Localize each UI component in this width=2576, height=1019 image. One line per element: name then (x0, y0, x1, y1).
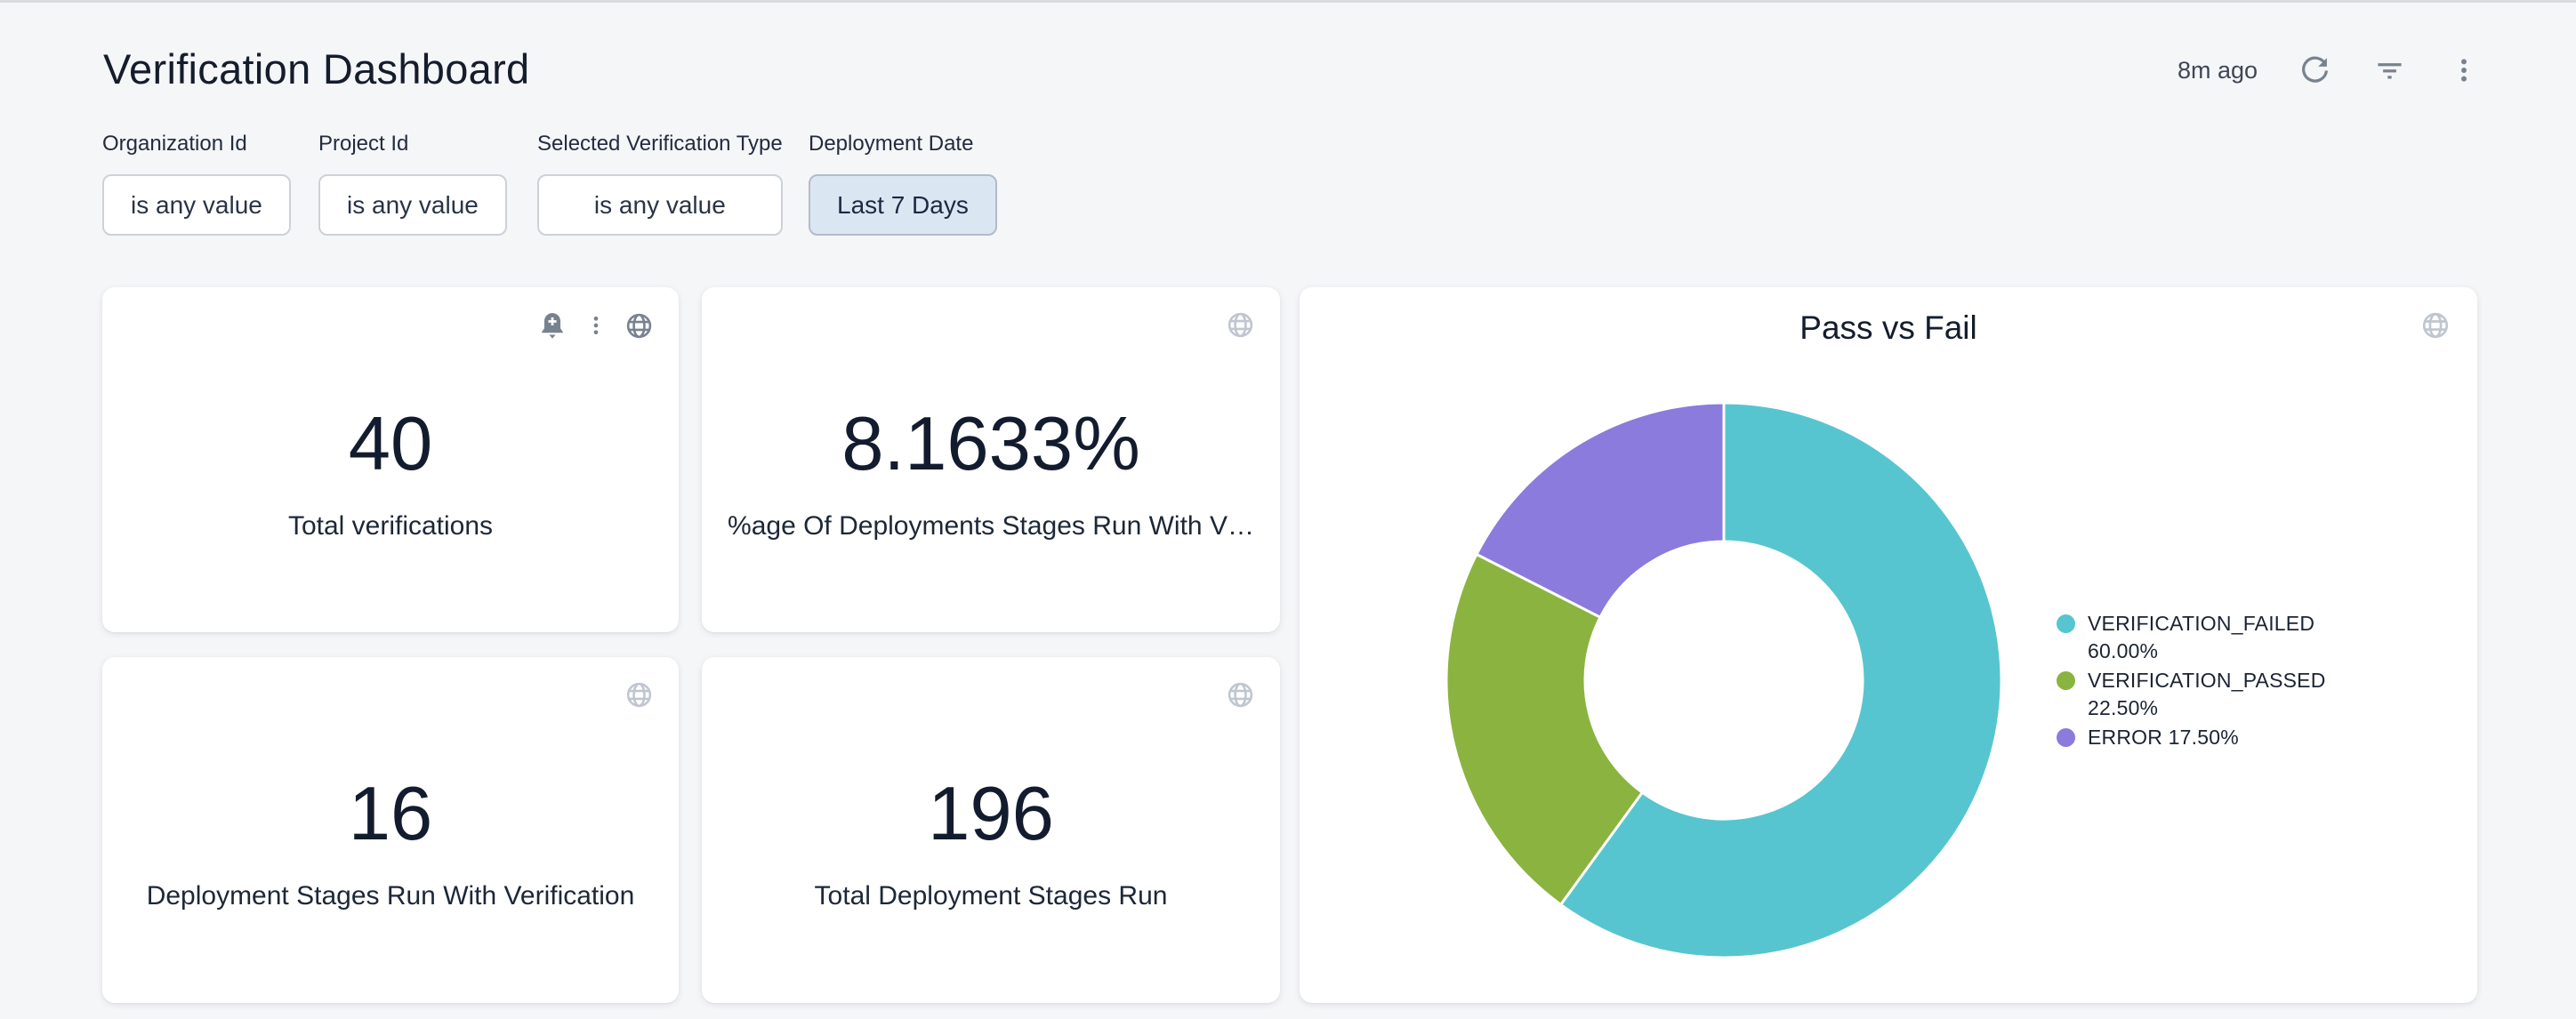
legend-item-verification-passed[interactable]: VERIFICATION_PASSED 22.50% (2057, 667, 2319, 722)
legend-item-verification-failed[interactable]: VERIFICATION_FAILED 60.00% (2057, 610, 2319, 665)
legend-label: VERIFICATION_PASSED 22.50% (2088, 667, 2319, 722)
donut-chart[interactable] (1439, 394, 2008, 967)
filter-project-id: Project Id is any value (318, 132, 507, 236)
globe-icon (1226, 310, 1255, 340)
tile-value: 196 (702, 775, 1280, 854)
tile-total-verifications: 40 Total verifications (102, 287, 679, 632)
last-refresh-time: 8m ago (2178, 57, 2258, 84)
filter-value-chip-organization-id[interactable]: is any value (102, 174, 291, 236)
chart-legend: VERIFICATION_FAILED 60.00% VERIFICATION_… (2057, 610, 2319, 753)
tile-label: %age Of Deployments Stages Run With V… (720, 510, 1262, 542)
filter-deployment-date: Deployment Date Last 7 Days (809, 132, 997, 236)
dashboard-menu-button[interactable] (2446, 52, 2482, 88)
tile-label: Total Deployment Stages Run (720, 880, 1262, 912)
filter-value-chip-verification-type[interactable]: is any value (537, 174, 783, 236)
legend-dot (2057, 671, 2075, 690)
globe-icon (624, 311, 654, 341)
filter-icon (2373, 54, 2406, 87)
filter-label: Organization Id (102, 132, 291, 156)
filter-selected-verification-type: Selected Verification Type is any value (537, 132, 783, 236)
globe-icon (624, 680, 654, 710)
tile-value: 8.1633% (702, 405, 1280, 484)
filter-value-chip-project-id[interactable]: is any value (318, 174, 507, 236)
legend-label: VERIFICATION_FAILED 60.00% (2088, 610, 2319, 665)
verification-dashboard-page: Verification Dashboard 8m ago (0, 0, 2576, 1019)
tile-value: 16 (102, 775, 679, 854)
filter-label: Project Id (318, 132, 507, 156)
legend-dot (2057, 614, 2075, 633)
tile-label: Total verifications (120, 510, 661, 542)
tile-value: 40 (102, 405, 679, 484)
kebab-menu-icon (2449, 55, 2479, 85)
filter-value-chip-deployment-date[interactable]: Last 7 Days (809, 174, 997, 236)
globe-icon (2420, 310, 2451, 341)
filter-label: Selected Verification Type (537, 132, 783, 156)
alert-bell-plus-icon (537, 310, 568, 341)
chart-title: Pass vs Fail (1300, 309, 2477, 348)
tile-menu-button[interactable] (584, 313, 608, 338)
legend-label: ERROR 17.50% (2088, 724, 2319, 751)
chart-card-pass-vs-fail: Pass vs Fail VERIFICATION_FAILED 60.00% … (1300, 287, 2477, 1003)
kebab-menu-icon (584, 313, 608, 338)
top-border-strip (0, 0, 2576, 3)
refresh-icon (2298, 54, 2331, 87)
globe-icon (1226, 680, 1255, 710)
dashboard-header-actions: 8m ago (2178, 50, 2482, 91)
filter-label: Deployment Date (809, 132, 997, 156)
tile-pct-deployment-stages-with-verification: 8.1633% %age Of Deployments Stages Run W… (702, 287, 1280, 632)
tile-total-deployment-stages-run: 196 Total Deployment Stages Run (702, 657, 1280, 1003)
refresh-button[interactable] (2297, 52, 2332, 88)
page-title: Verification Dashboard (103, 44, 530, 93)
tile-alert-button[interactable] (537, 310, 568, 341)
filter-organization-id: Organization Id is any value (102, 132, 291, 236)
tile-label: Deployment Stages Run With Verification (120, 880, 661, 912)
legend-item-error[interactable]: ERROR 17.50% (2057, 724, 2319, 751)
legend-dot (2057, 728, 2075, 747)
tile-deployment-stages-run-with-verification: 16 Deployment Stages Run With Verificati… (102, 657, 679, 1003)
dashboard-filters-toggle-button[interactable] (2371, 52, 2407, 88)
